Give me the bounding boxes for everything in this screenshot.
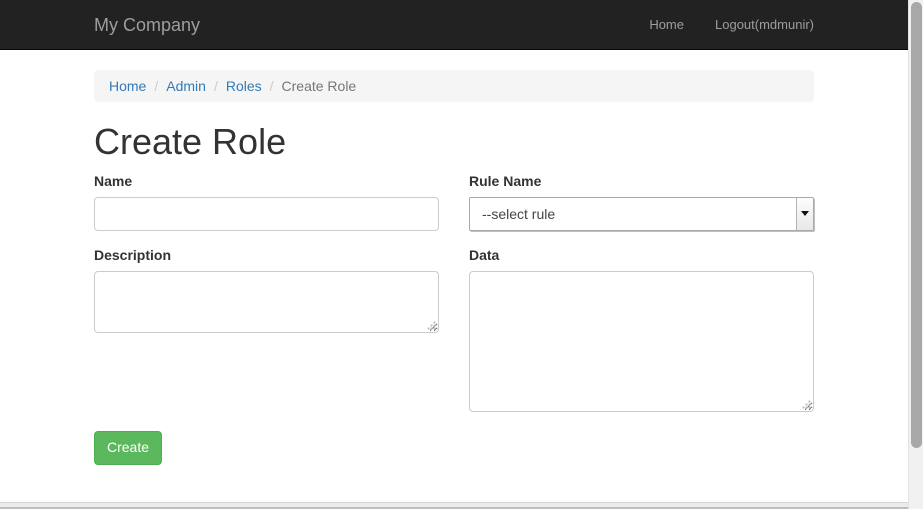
caret-down-icon — [801, 211, 809, 216]
field-group-name: Name — [94, 172, 439, 231]
browser-viewport: My Company Home Logout(mdmunir) Home/Adm… — [0, 0, 923, 509]
rule-name-select[interactable]: --select rule — [469, 197, 814, 231]
field-group-description: Description — [94, 246, 439, 333]
name-input[interactable] — [94, 197, 439, 231]
create-role-form: Name Description — [94, 172, 814, 465]
navbar-brand[interactable]: My Company — [94, 0, 200, 50]
data-textarea[interactable] — [469, 271, 814, 412]
vertical-scrollbar-track[interactable] — [908, 0, 923, 509]
nav-link-logout[interactable]: Logout(mdmunir) — [715, 17, 814, 32]
nav-link-home[interactable]: Home — [649, 17, 684, 32]
field-group-rule-name: Rule Name --select rule — [469, 172, 814, 231]
breadcrumb-separator: / — [206, 78, 226, 94]
breadcrumb-link-home[interactable]: Home — [109, 78, 146, 94]
breadcrumb-current: Create Role — [282, 78, 357, 94]
breadcrumb-separator: / — [262, 78, 282, 94]
navbar-links: Home Logout(mdmunir) — [649, 17, 814, 32]
top-navbar: My Company Home Logout(mdmunir) — [0, 0, 908, 50]
description-label: Description — [94, 246, 171, 266]
page-title: Create Role — [94, 122, 814, 162]
vertical-scrollbar-thumb[interactable] — [911, 2, 922, 448]
form-column-right: Rule Name --select rule Data — [454, 172, 829, 427]
breadcrumb-link-admin[interactable]: Admin — [166, 78, 206, 94]
horizontal-scrollbar-track[interactable] — [0, 502, 908, 509]
field-group-data: Data — [469, 246, 814, 412]
form-column-left: Name Description — [79, 172, 454, 427]
main-content: Home/Admin/Roles/Create Role Create Role… — [0, 70, 908, 465]
select-dropdown-button — [796, 198, 813, 230]
description-textarea[interactable] — [94, 271, 439, 333]
breadcrumb: Home/Admin/Roles/Create Role — [94, 70, 814, 102]
create-button[interactable]: Create — [94, 431, 162, 465]
rule-name-selected-value: --select rule — [470, 206, 796, 222]
name-label: Name — [94, 172, 132, 192]
rule-name-label: Rule Name — [469, 172, 541, 192]
breadcrumb-separator: / — [146, 78, 166, 94]
data-label: Data — [469, 246, 499, 266]
breadcrumb-link-roles[interactable]: Roles — [226, 78, 262, 94]
